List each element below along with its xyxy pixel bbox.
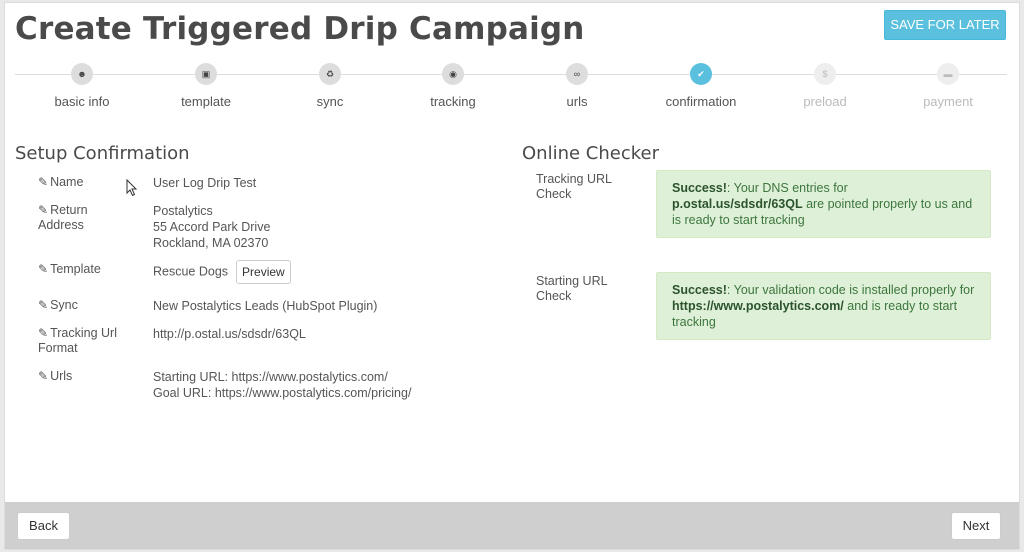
sync-value: New Postalytics Leads (HubSpot Plugin) (153, 299, 378, 313)
recycle-icon: ♻ (319, 63, 341, 85)
tracking-url-format-value: http://p.ostal.us/sdsdr/63QL (153, 327, 306, 341)
credit-card-icon: ▬ (937, 63, 959, 85)
urls-label: ✎ Urls (38, 369, 73, 383)
edit-icon: ✎ (38, 203, 49, 217)
step-basic-info[interactable]: ☻ basic info (27, 63, 137, 109)
urls-value: Starting URL: https://www.postalytics.co… (153, 370, 412, 400)
dollar-icon: $ (814, 63, 836, 85)
target-icon: ◉ (442, 63, 464, 85)
step-sync[interactable]: ♻ sync (275, 63, 385, 109)
page-title: Create Triggered Drip Campaign (15, 11, 585, 47)
campaign-wizard-window: Create Triggered Drip Campaign SAVE FOR … (4, 2, 1020, 550)
image-icon: ▣ (195, 63, 217, 85)
template-value: Rescue Dogs Preview (153, 260, 291, 284)
preview-button[interactable]: Preview (236, 260, 291, 284)
step-preload: $ preload (770, 63, 880, 109)
next-button[interactable]: Next (951, 512, 1001, 540)
step-label: preload (803, 94, 847, 109)
edit-icon: ✎ (38, 298, 49, 312)
step-label: sync (316, 94, 344, 109)
name-value: User Log Drip Test (153, 176, 257, 190)
step-urls[interactable]: ∞ urls (522, 63, 632, 109)
step-label: confirmation (665, 94, 737, 109)
starting-url-success-alert: Success!: Your validation code is instal… (656, 272, 991, 340)
step-tracking[interactable]: ◉ tracking (398, 63, 508, 109)
step-confirmation[interactable]: ✔ confirmation (646, 63, 756, 109)
return-address-value: Postalytics 55 Accord Park Drive Rocklan… (153, 204, 271, 250)
step-label: template (181, 94, 231, 109)
link-icon: ∞ (566, 63, 588, 85)
tracking-url-check-label: Tracking URL Check (536, 172, 612, 201)
tracking-url-format-label: ✎ Tracking Url Format (38, 326, 117, 355)
tracking-success-alert: Success!: Your DNS entries for p.ostal.u… (656, 170, 991, 238)
step-label: tracking (430, 94, 476, 109)
online-checker-title: Online Checker (522, 143, 659, 164)
mouse-cursor-icon (126, 179, 138, 197)
starting-url-check-label: Starting URL Check (536, 274, 608, 303)
edit-icon: ✎ (38, 369, 49, 383)
check-icon: ✔ (690, 63, 712, 85)
setup-confirmation-title: Setup Confirmation (15, 143, 190, 164)
template-label: ✎ Template (38, 262, 101, 276)
edit-icon: ✎ (38, 175, 49, 189)
name-label: ✎ Name (38, 175, 84, 189)
footer-bar: Back Next (5, 502, 1019, 549)
edit-icon: ✎ (38, 262, 49, 276)
step-label: payment (923, 94, 973, 109)
back-button[interactable]: Back (17, 512, 70, 540)
save-for-later-button[interactable]: SAVE FOR LATER (884, 10, 1006, 40)
user-icon: ☻ (71, 63, 93, 85)
step-template[interactable]: ▣ template (151, 63, 261, 109)
step-label: basic info (54, 94, 110, 109)
edit-icon: ✎ (38, 326, 49, 340)
step-payment: ▬ payment (893, 63, 1003, 109)
return-address-label: ✎ Return Address (38, 203, 88, 232)
step-label: urls (566, 94, 588, 109)
sync-label: ✎ Sync (38, 298, 78, 312)
